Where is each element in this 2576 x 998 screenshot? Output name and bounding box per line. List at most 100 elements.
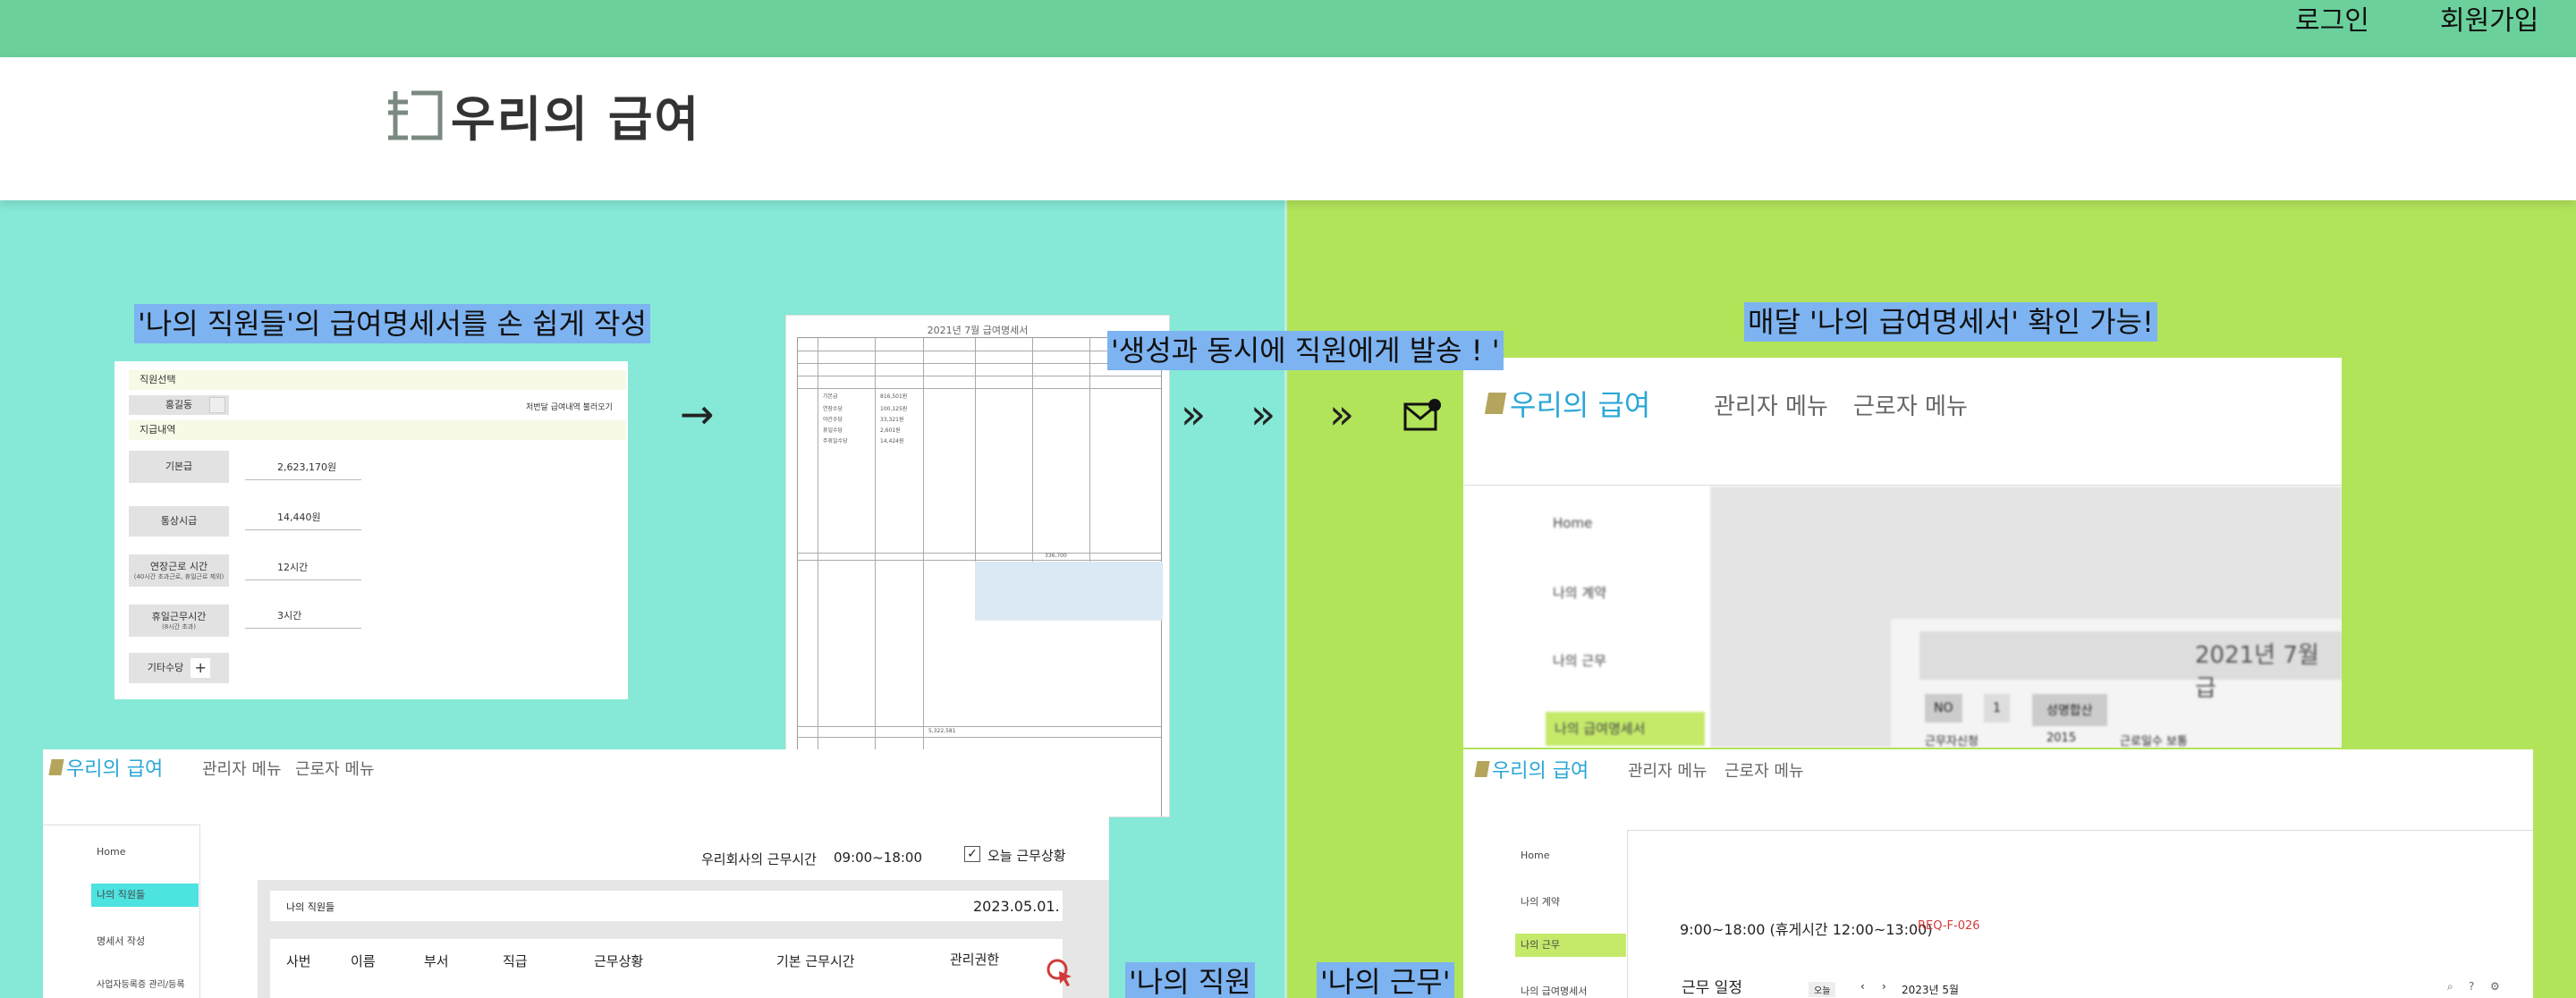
side-item-contract[interactable]: 나의 계약 xyxy=(1553,583,1606,602)
app-screenshot-my-payslip: 우리의 급여 관리자 메뉴 근로자 메뉴 Home 나의 계약 나의 근무 나의… xyxy=(1463,358,2342,748)
form-value-base-pay[interactable]: 2,623,170원 xyxy=(245,460,361,480)
app-logo: 우리의 급여 xyxy=(1484,383,1650,424)
preview-cell: 성명합산 xyxy=(2032,694,2107,726)
arrow-right-icon: → xyxy=(680,390,715,438)
help-icon[interactable]: ? xyxy=(2469,980,2474,993)
payslip-preview: 2021년 7월 급 NO 1 성명합산 근무자신청 2015 근로일수 보통 xyxy=(1891,619,2342,748)
side-item-home[interactable]: Home xyxy=(1553,515,1592,531)
chevron-double-right-icon: » xyxy=(1329,390,1355,438)
side-item-work[interactable]: 나의 근무 xyxy=(1553,651,1606,670)
form-value-holiday-hours[interactable]: 3시간 xyxy=(245,608,361,629)
today-button[interactable]: 오늘 xyxy=(1809,982,1836,997)
menu-admin[interactable]: 관리자 메뉴 xyxy=(1714,388,1828,421)
payslip-row-value: 100,125원 xyxy=(880,406,908,412)
caption-send-on-create: '생성과 동시에 직원에게 발송 ! ' xyxy=(1107,331,1504,370)
staff-date: 2023.05.01. xyxy=(973,898,1060,915)
payslip-row-value: 33,321원 xyxy=(880,417,904,423)
form-label-subtext: (8시간 초과) xyxy=(162,622,196,630)
company-worktime-value: 09:00~18:00 xyxy=(834,850,923,866)
form-label-text: 연장근로 시간 xyxy=(149,560,208,572)
form-label-text: 기본급 xyxy=(165,461,193,472)
site-logo[interactable]: 우리의 급여 xyxy=(385,88,700,148)
mail-notification-icon xyxy=(1403,399,1441,431)
side-item-my-staff[interactable]: 나의 직원들 xyxy=(91,884,199,907)
form-value-hourly-wage[interactable]: 14,440원 xyxy=(245,510,361,530)
payslip-row-label: 기본급 xyxy=(823,393,838,400)
chevron-double-right-icon: » xyxy=(1250,390,1276,438)
form-band-select-staff: 직원선택 xyxy=(129,370,626,390)
requirement-code: REQ-F-026 xyxy=(1918,919,1980,933)
signup-link[interactable]: 회원가입 xyxy=(2440,4,2538,39)
preview-cell: NO xyxy=(1925,694,1962,723)
pen-logo-icon xyxy=(1484,393,1507,414)
caption-write-payslip: '나의 직원들'의 급여명세서를 손 쉽게 작성 xyxy=(134,304,650,343)
chevron-left-icon[interactable]: ‹ xyxy=(1860,980,1865,993)
schedule-title: 근무 일정 xyxy=(1682,979,1742,997)
panel-divider xyxy=(1284,200,1287,998)
form-value-overtime[interactable]: 12시간 xyxy=(245,560,361,580)
side-item-business-registration[interactable]: 사업자등록증 관리/등록 xyxy=(97,977,185,990)
menu-admin[interactable]: 관리자 메뉴 xyxy=(1628,758,1707,782)
chevron-double-right-icon: » xyxy=(1181,390,1207,438)
payslip-table-frame: 기본급 816,501원 연장수당 100,125원 야간수당 33,321원 … xyxy=(797,337,1163,816)
login-link[interactable]: 로그인 xyxy=(2295,4,2369,39)
caption-my-staff: '나의 직원 xyxy=(1125,962,1255,998)
site-header: 우리의 급여 xyxy=(0,57,2576,200)
payslip-row-value: 2,601원 xyxy=(880,427,901,434)
work-schedule-hours: 9:00~18:00 (휴게시간 12:00~13:00) xyxy=(1680,921,1933,938)
form-label-text: 통상시급 xyxy=(160,515,198,527)
payslip-row-label: 휴일수당 xyxy=(823,427,843,434)
payslip-notes-box xyxy=(975,562,1163,621)
side-item-my-payslip[interactable]: 나의 급여명세서 xyxy=(1521,984,1587,998)
menu-worker[interactable]: 근로자 메뉴 xyxy=(1724,758,1804,782)
form-employee-checkbox[interactable] xyxy=(209,397,225,413)
staff-table: 나의 직원들 2023.05.01. 사번 이름 부서 직급 근무상황 기본 근… xyxy=(258,880,1109,998)
checkbox-checked-icon[interactable]: ✓ xyxy=(964,846,980,862)
app-logo: 우리의 급여 xyxy=(1474,755,1589,783)
app-brand: 우리의 급여 xyxy=(66,758,164,781)
form-band-payments: 지급내역 xyxy=(129,420,626,440)
column-header: 근무상황 xyxy=(594,953,644,969)
gear-icon[interactable]: ⚙ xyxy=(2490,980,2500,993)
app-screenshot-my-work: 우리의 급여 관리자 메뉴 근로자 메뉴 Home 나의 계약 나의 근무 나의… xyxy=(1463,749,2533,998)
column-header: 부서 xyxy=(424,953,449,969)
side-item-my-payslip[interactable]: 나의 급여명세서 xyxy=(1546,712,1705,746)
side-item-my-work[interactable]: 나의 근무 xyxy=(1515,934,1626,957)
side-item-contract[interactable]: 나의 계약 xyxy=(1521,894,1560,909)
payslip-row-label: 야간수당 xyxy=(823,417,843,423)
company-worktime-label: 우리회사의 근무시간 xyxy=(701,851,817,867)
payslip-row-value: 816,501원 xyxy=(880,393,908,400)
column-header: 사번 xyxy=(286,953,311,969)
form-label-subtext: (40시간 초과근로, 휴일근로 제외) xyxy=(133,572,225,580)
form-load-last-month-link[interactable]: 저번달 급여내역 불러오기 xyxy=(526,401,613,412)
column-header: 이름 xyxy=(351,953,376,969)
form-label-hourly-wage: 통상시급 xyxy=(129,506,229,537)
calendar-month: 2023년 5월 xyxy=(1902,984,1960,996)
caption-my-work: '나의 근무' xyxy=(1317,962,1454,998)
preview-cell: 근무자신청 xyxy=(1925,735,1979,748)
column-header: 기본 근무시간 xyxy=(776,953,855,969)
chevron-right-icon[interactable]: › xyxy=(1882,980,1886,993)
payslip-document-screenshot: 2021년 7월 급여명세서 기본급 816,501원 연장수당 100,125… xyxy=(785,315,1170,817)
payslip-row-label: 주휴일수당 xyxy=(823,438,848,444)
preview-cell: 2015 xyxy=(2046,732,2077,745)
cursor-click-icon xyxy=(1046,959,1072,986)
today-status-label: 오늘 근무상황 xyxy=(987,848,1066,864)
menu-worker[interactable]: 근로자 메뉴 xyxy=(1853,388,1968,421)
search-icon[interactable]: ⌕ xyxy=(2447,980,2453,994)
menu-worker[interactable]: 근로자 메뉴 xyxy=(295,757,375,780)
preview-cell: 1 xyxy=(1984,694,2010,723)
plus-icon[interactable]: + xyxy=(191,658,211,678)
payslip-pay-total: 5,322,581 xyxy=(928,728,956,734)
payslip-row-value: 14,424원 xyxy=(880,438,904,444)
preview-cell: 근로일수 보통 xyxy=(2120,735,2188,748)
side-item-home[interactable]: Home xyxy=(97,846,125,858)
side-item-home[interactable]: Home xyxy=(1521,850,1549,861)
caption-monthly-check: 매달 '나의 급여명세서' 확인 가능! xyxy=(1744,302,2157,342)
form-label-overtime: 연장근로 시간 (40시간 초과근로, 휴일근로 제외) xyxy=(129,554,229,587)
menu-admin[interactable]: 관리자 메뉴 xyxy=(202,757,282,780)
payslip-deduction-total: 336,700 xyxy=(1045,553,1067,559)
form-extra-allowance[interactable]: 기타수당 + xyxy=(129,653,229,683)
column-header: 관리권한 xyxy=(950,951,1000,968)
side-item-write-payslip[interactable]: 명세서 작성 xyxy=(97,934,145,948)
